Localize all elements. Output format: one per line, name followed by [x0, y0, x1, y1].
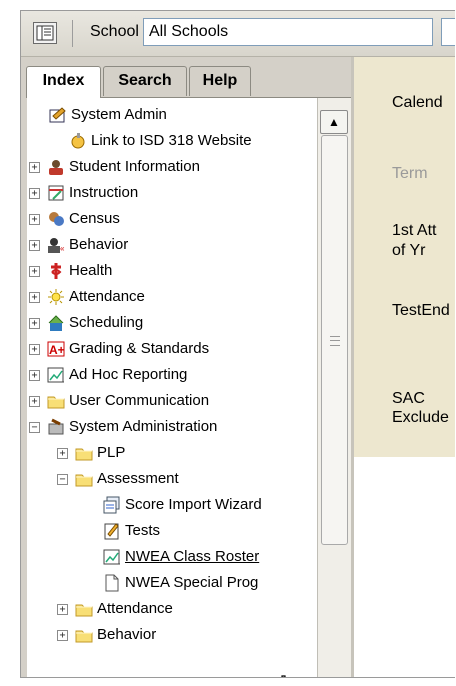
term-label: Term	[392, 165, 428, 182]
tree-item-label: Assessment	[97, 470, 179, 487]
tree-item-label: User Communication	[69, 392, 210, 409]
year-select[interactable]	[441, 18, 455, 46]
expand-icon[interactable]: +	[29, 344, 40, 355]
sac-label-line1: SAC	[392, 390, 425, 407]
folder-icon	[47, 392, 65, 409]
grading-icon: A+	[47, 340, 65, 357]
tree-item-label: Grading & Standards	[69, 340, 210, 357]
expand-icon[interactable]: +	[29, 214, 40, 225]
tools-icon	[47, 418, 65, 435]
toolbar-separator	[72, 20, 73, 47]
svg-text:A+: A+	[49, 343, 65, 357]
document-icon	[103, 574, 121, 592]
folder-icon	[75, 600, 93, 617]
tests-icon	[103, 522, 121, 540]
tree-item-label: Scheduling	[69, 314, 144, 331]
expand-icon[interactable]: +	[29, 292, 40, 303]
vertical-scrollbar[interactable]: ▲	[317, 98, 351, 677]
toolbar: School All Schools	[21, 11, 455, 57]
student-information-icon	[47, 158, 65, 175]
navigation-pane: Index Search Help System Admin Link to IS…	[21, 57, 351, 677]
expand-icon[interactable]: +	[29, 318, 40, 329]
scheduling-icon	[47, 314, 65, 331]
expand-icon[interactable]: +	[29, 370, 40, 381]
sac-label-line2: Exclude	[392, 409, 449, 426]
first-attendance-label-line2: of Yr	[392, 242, 426, 259]
tree-item-label: Tests	[125, 522, 161, 539]
scroll-thumb[interactable]	[321, 135, 348, 545]
hand-cursor-icon	[281, 675, 286, 677]
scroll-grip-icon	[330, 336, 340, 346]
tree-item-label: Score Import Wizard	[125, 496, 262, 513]
tree-item-label: Instruction	[69, 184, 139, 201]
report-icon	[47, 366, 65, 383]
expand-icon[interactable]: +	[29, 188, 40, 199]
tree-item-label: Attendance	[97, 600, 173, 617]
app-frame: School All Schools Index Search Help Sys…	[20, 10, 455, 678]
detail-panel-empty	[354, 457, 455, 677]
expand-icon[interactable]: +	[57, 448, 68, 459]
expand-icon[interactable]: +	[57, 630, 68, 641]
folder-icon	[75, 470, 93, 487]
tree-item-label: PLP	[97, 444, 126, 461]
system-admin-icon	[49, 106, 67, 123]
tab-search[interactable]: Search	[103, 66, 187, 96]
tree-item-label: NWEA Class Roster	[125, 548, 260, 565]
index-tree: System Admin Link to ISD 318 Website + Stud…	[27, 97, 351, 677]
tree-item-label: Behavior	[69, 236, 129, 253]
collapse-icon[interactable]: −	[29, 422, 40, 433]
folder-icon	[75, 444, 93, 461]
calendar-label: Calend	[392, 94, 443, 111]
instruction-icon	[47, 184, 65, 201]
tree-item-label: Attendance	[69, 288, 145, 305]
tree-item-label: Census	[69, 210, 120, 227]
tree-item-label: Health	[69, 262, 113, 279]
report-icon	[103, 548, 121, 565]
tree-item-label: Student Information	[69, 158, 200, 175]
expand-icon[interactable]: +	[29, 266, 40, 277]
detail-panel: Calend Term 1st Att of Yr TestEnd SAC Ex…	[354, 57, 455, 457]
census-icon	[47, 210, 65, 227]
health-icon	[47, 262, 65, 279]
tab-help[interactable]: Help	[189, 66, 251, 96]
tree-item-label: System Admin	[71, 106, 167, 123]
expand-icon[interactable]: +	[29, 162, 40, 173]
expand-icon[interactable]: +	[29, 240, 40, 251]
wizard-icon	[103, 496, 121, 514]
test-end-label: TestEnd	[392, 302, 450, 319]
toggle-panel-icon[interactable]	[33, 22, 57, 44]
collapse-icon[interactable]: −	[57, 474, 68, 485]
tree-item-label: System Administration	[69, 418, 218, 435]
tree-item-label: NWEA Special Prog	[125, 574, 259, 591]
folder-icon	[75, 626, 93, 643]
attendance-icon	[47, 288, 65, 305]
scroll-up-button[interactable]: ▲	[320, 110, 348, 134]
school-select[interactable]: All Schools	[143, 18, 433, 46]
tree-item-label: Behavior	[97, 626, 157, 643]
link-icon	[69, 132, 87, 149]
expand-icon[interactable]: +	[57, 604, 68, 615]
school-label: School	[90, 23, 139, 40]
first-attendance-label-line1: 1st Att	[392, 222, 437, 239]
svg-text:«: «	[60, 244, 65, 253]
tree-item-label: Link to ISD 318 Website	[91, 132, 252, 149]
expand-icon[interactable]: +	[29, 396, 40, 407]
tree-item-label: Ad Hoc Reporting	[69, 366, 188, 383]
tab-index[interactable]: Index	[26, 66, 101, 98]
behavior-icon: «	[47, 236, 65, 253]
